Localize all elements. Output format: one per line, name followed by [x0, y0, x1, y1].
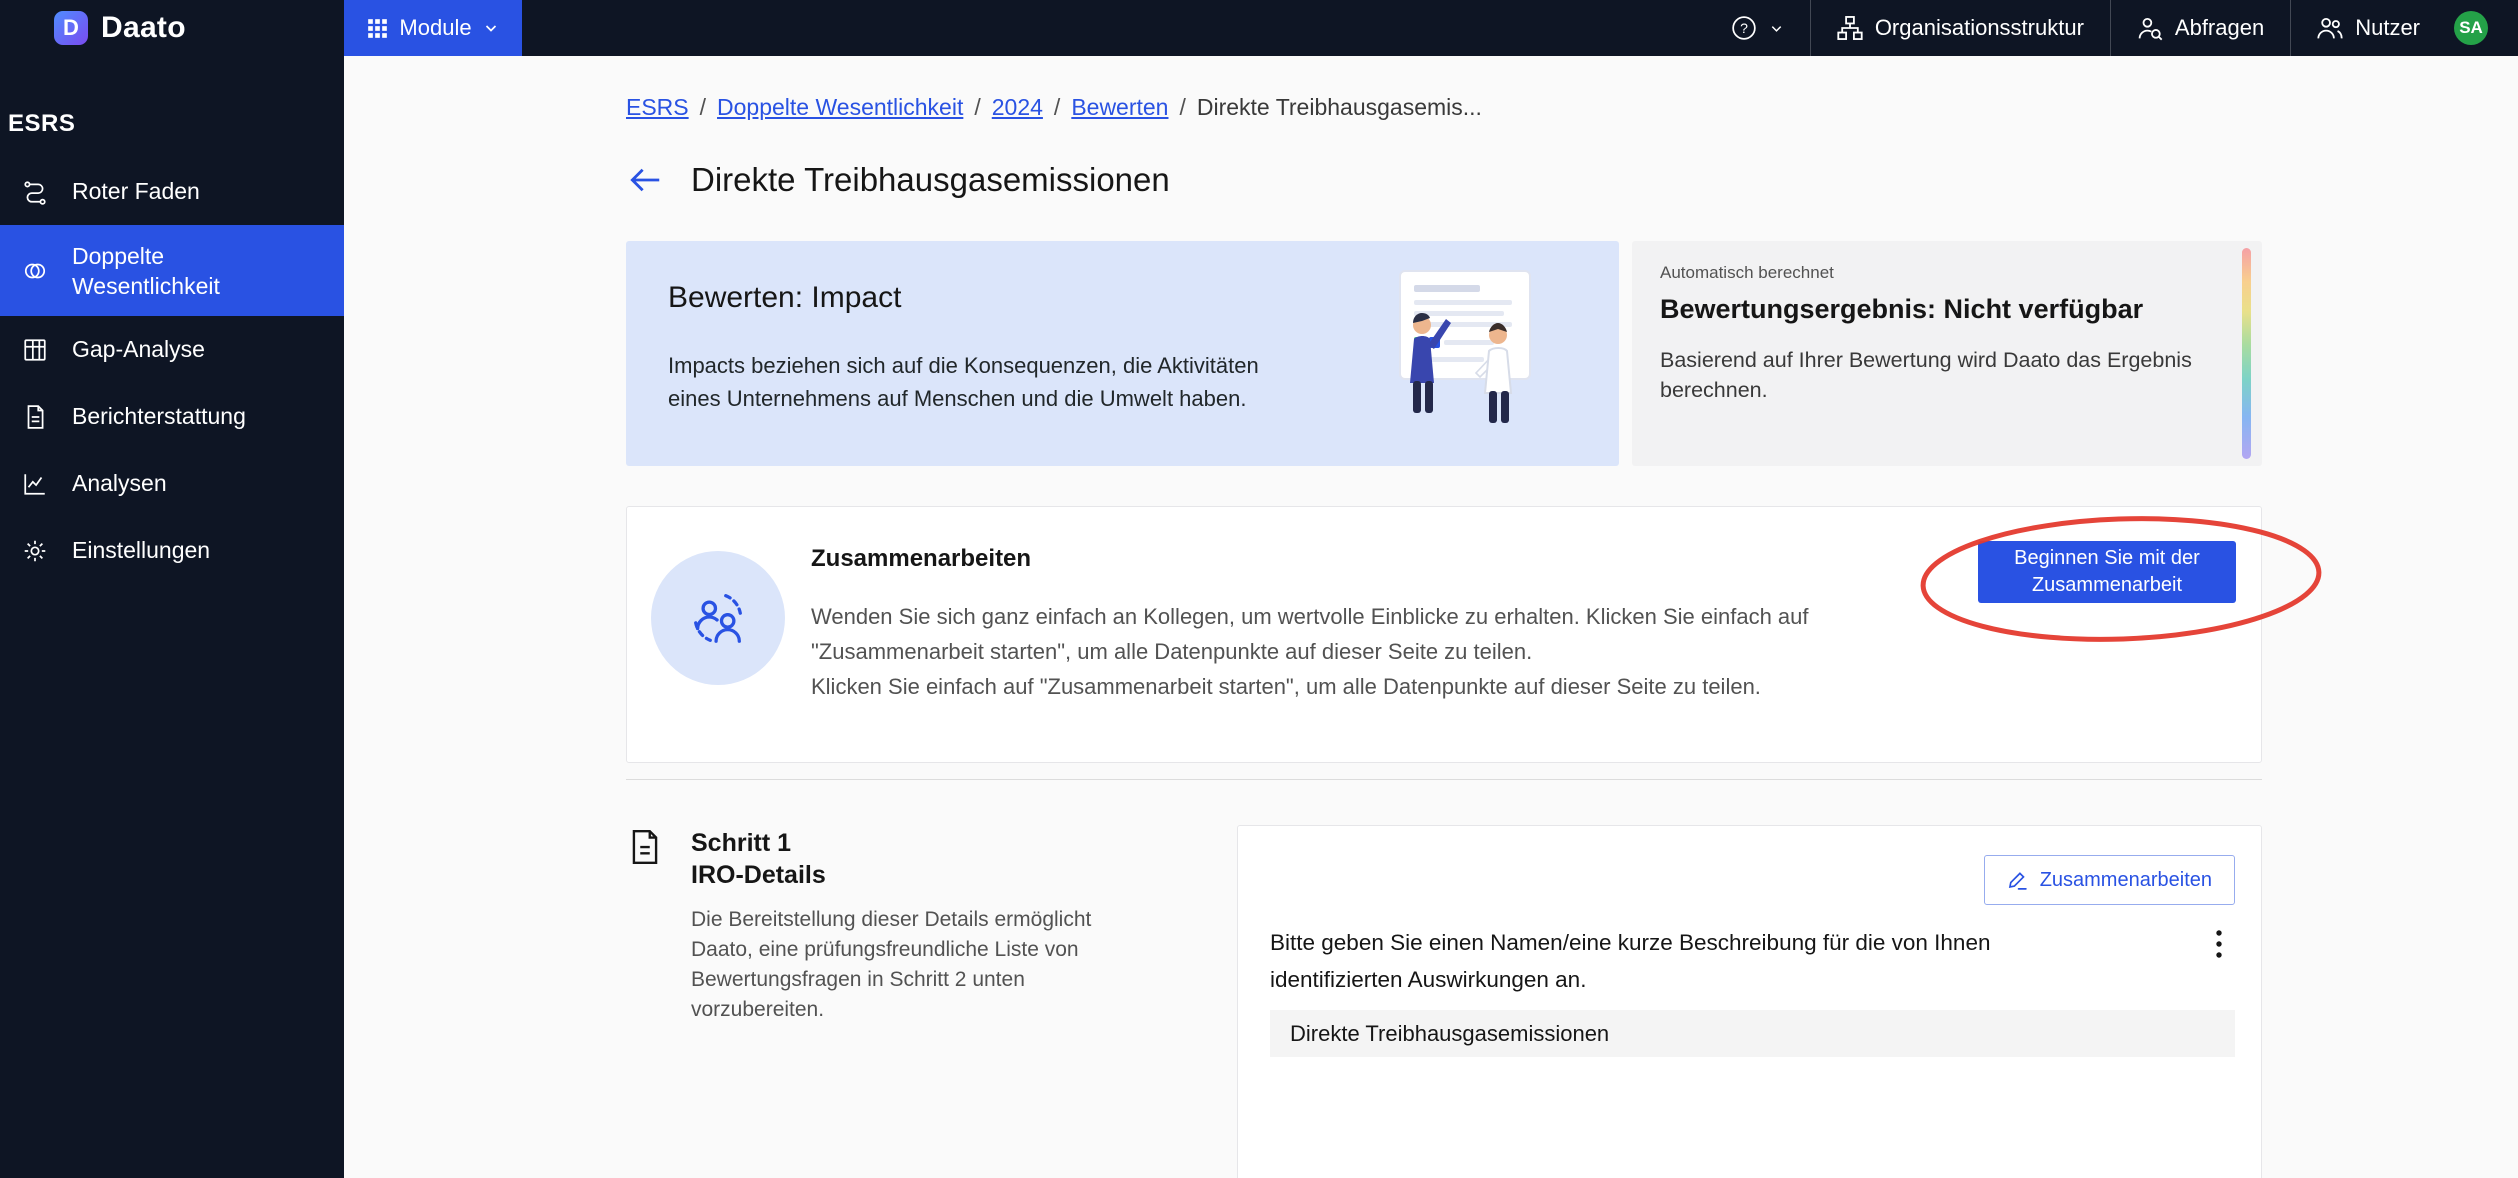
user-avatar[interactable]: SA [2454, 11, 2488, 45]
sidebar: ESRS Roter Faden Doppelte Wesentlichkeit [0, 56, 344, 1178]
daato-logo-text: Daato [101, 11, 186, 45]
pencil-icon [2007, 870, 2028, 891]
overflow-menu-icon[interactable] [2215, 928, 2223, 960]
summary-cards: Bewerten: Impact Impacts beziehen sich a… [626, 241, 2262, 466]
breadcrumb-link-doppelte-wesentlichkeit[interactable]: Doppelte Wesentlichkeit [717, 94, 963, 121]
title-row: Direkte Treibhausgasemissionen [626, 161, 2262, 199]
nav-abfragen-label: Abfragen [2175, 15, 2264, 41]
sidebar-item-berichterstattung[interactable]: Berichterstattung [0, 383, 344, 450]
breadcrumb-separator: / [700, 94, 706, 121]
page-title: Direkte Treibhausgasemissionen [691, 161, 1170, 199]
nav-nutzer[interactable]: Nutzer [2290, 0, 2446, 56]
nav-organisationsstruktur[interactable]: Organisationsstruktur [1810, 0, 2110, 56]
daato-logo[interactable]: D Daato [0, 0, 344, 56]
impact-name-field[interactable]: Direkte Treibhausgasemissionen [1270, 1010, 2235, 1057]
chevron-down-icon [483, 20, 499, 36]
nav-organisationsstruktur-label: Organisationsstruktur [1875, 15, 2084, 41]
zusammenarbeiten-button-label: Zusammenarbeiten [2040, 869, 2212, 892]
collaboration-card: Zusammenarbeiten Wenden Sie sich ganz ei… [626, 506, 2262, 763]
score-scale-bar [2242, 248, 2251, 459]
breadcrumb-link-esrs[interactable]: ESRS [626, 94, 689, 121]
result-card-body: Basierend auf Ihrer Bewertung wird Daato… [1660, 345, 2218, 405]
sidebar-item-roter-faden[interactable]: Roter Faden [0, 158, 344, 225]
nav-nutzer-label: Nutzer [2355, 15, 2420, 41]
step1-title: IRO-Details [691, 859, 1146, 891]
query-user-icon [2137, 15, 2163, 41]
collaboration-paragraph-1: Wenden Sie sich ganz einfach an Kollegen… [811, 599, 1921, 669]
impact-name-value: Direkte Treibhausgasemissionen [1290, 1021, 1609, 1047]
sidebar-section-label: ESRS [0, 56, 344, 158]
breadcrumb-link-2024[interactable]: 2024 [992, 94, 1043, 121]
sidebar-item-einstellungen[interactable]: Einstellungen [0, 517, 344, 584]
help-menu[interactable]: ? [1705, 0, 1810, 56]
impact-card: Bewerten: Impact Impacts beziehen sich a… [626, 241, 1619, 466]
chart-icon [22, 471, 48, 497]
breadcrumb-current: Direkte Treibhausgasemis... [1197, 94, 1482, 121]
breadcrumb-separator: / [1179, 94, 1185, 121]
gear-icon [22, 538, 48, 564]
grid-icon [367, 18, 388, 39]
daato-logo-icon: D [54, 11, 88, 45]
sidebar-item-analysen[interactable]: Analysen [0, 450, 344, 517]
module-button-label: Module [399, 15, 471, 41]
double-materiality-icon [22, 258, 48, 284]
document-icon [626, 827, 664, 867]
chevron-down-icon [1769, 21, 1784, 36]
step1-description: Die Bereitstellung dieser Details ermögl… [691, 905, 1146, 1025]
result-card: Automatisch berechnet Bewertungsergebnis… [1632, 241, 2262, 466]
collaboration-text: Zusammenarbeiten Wenden Sie sich ganz ei… [811, 545, 1921, 704]
back-arrow[interactable] [626, 161, 664, 199]
breadcrumb-separator: / [974, 94, 980, 121]
result-card-title: Bewertungsergebnis: Nicht verfügbar [1660, 294, 2218, 325]
org-structure-icon [1837, 15, 1863, 41]
topbar: D Daato Module ? Organisationsstruktur [0, 0, 2518, 56]
svg-text:?: ? [1740, 20, 1748, 36]
module-button[interactable]: Module [344, 0, 522, 56]
thread-icon [22, 179, 48, 205]
table-grid-icon [22, 337, 48, 363]
report-icon [22, 404, 48, 430]
breadcrumb-separator: / [1054, 94, 1060, 121]
step1-info: Schritt 1 IRO-Details Die Bereitstellung… [626, 825, 1237, 1178]
collaborate-icon [687, 587, 749, 649]
step1-section: Schritt 1 IRO-Details Die Bereitstellung… [626, 825, 2262, 1178]
zusammenarbeiten-button[interactable]: Zusammenarbeiten [1984, 855, 2235, 905]
breadcrumb-link-bewerten[interactable]: Bewerten [1071, 94, 1168, 121]
start-collaboration-button[interactable]: Beginnen Sie mit der Zusammenarbeit [1978, 541, 2236, 603]
impact-name-prompt: Bitte geben Sie einen Namen/eine kurze B… [1270, 924, 2100, 998]
sidebar-item-doppelte-wesentlichkeit[interactable]: Doppelte Wesentlichkeit [0, 225, 344, 316]
impact-card-body: Impacts beziehen sich auf die Konsequenz… [668, 349, 1288, 415]
iro-details-panel: Zusammenarbeiten Bitte geben Sie einen N… [1237, 825, 2262, 1178]
users-icon [2317, 15, 2343, 41]
topbar-spacer [522, 0, 1705, 56]
step1-label: Schritt 1 [691, 827, 1146, 859]
sidebar-item-gap-analyse[interactable]: Gap-Analyse [0, 316, 344, 383]
nav-abfragen[interactable]: Abfragen [2110, 0, 2290, 56]
result-card-eyebrow: Automatisch berechnet [1660, 263, 2218, 283]
collaboration-title: Zusammenarbeiten [811, 545, 1921, 573]
section-divider [626, 779, 2262, 780]
breadcrumb: ESRS / Doppelte Wesentlichkeit / 2024 / … [626, 56, 2262, 121]
help-icon: ? [1731, 15, 1757, 41]
collaboration-paragraph-2: Klicken Sie einfach auf "Zusammenarbeit … [811, 669, 1921, 704]
collaborate-icon-circle [651, 551, 785, 685]
main-content: ESRS / Doppelte Wesentlichkeit / 2024 / … [344, 56, 2518, 1178]
sidebar-menu: Roter Faden Doppelte Wesentlichkeit Gap-… [0, 158, 344, 584]
collaboration-illustration [1370, 265, 1563, 435]
